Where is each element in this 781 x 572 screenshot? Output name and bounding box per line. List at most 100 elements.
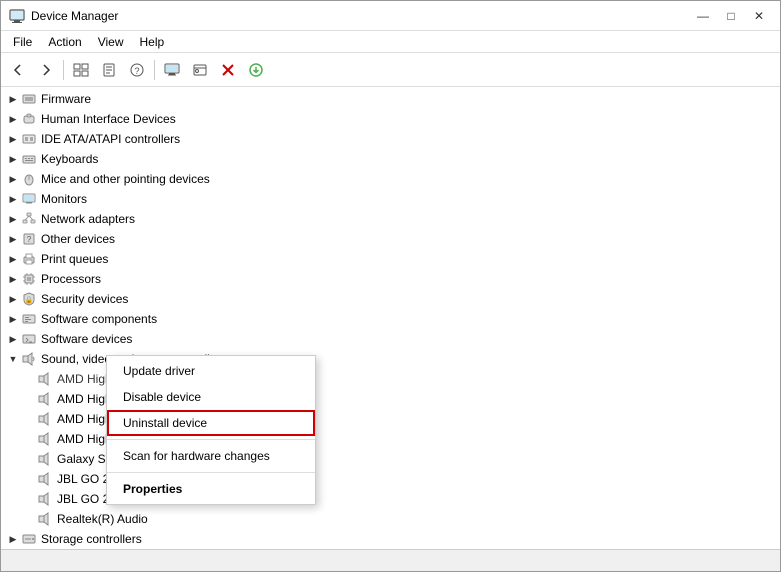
icon-firmware xyxy=(21,91,37,107)
toggle-softdev[interactable]: ▶ xyxy=(5,331,21,347)
monitor-button[interactable] xyxy=(159,57,185,83)
label-storage: Storage controllers xyxy=(41,532,142,546)
icon-amd2 xyxy=(37,391,53,407)
label-print: Print queues xyxy=(41,252,108,266)
tree-item-other[interactable]: ▶ ? Other devices xyxy=(1,229,780,249)
label-processors: Processors xyxy=(41,272,101,286)
back-button[interactable] xyxy=(5,57,31,83)
icon-galaxy xyxy=(37,451,53,467)
toggle-sound[interactable]: ▼ xyxy=(5,351,21,367)
svg-text:?: ? xyxy=(134,66,139,76)
icon-hid xyxy=(21,111,37,127)
maximize-button[interactable]: □ xyxy=(718,5,744,27)
label-monitors: Monitors xyxy=(41,192,87,206)
context-menu-sep2 xyxy=(107,472,315,473)
menu-bar: File Action View Help xyxy=(1,31,780,53)
label-security: Security devices xyxy=(41,292,128,306)
toolbar-separator-2 xyxy=(154,60,155,80)
toggle-amd1 xyxy=(21,371,37,387)
show-hide-button[interactable] xyxy=(68,57,94,83)
icon-storage xyxy=(21,531,37,547)
toggle-network[interactable]: ▶ xyxy=(5,211,21,227)
label-other: Other devices xyxy=(41,232,115,246)
toggle-processors[interactable]: ▶ xyxy=(5,271,21,287)
device-tree[interactable]: ▶ Firmware ▶ Human Interface Devices ▶ xyxy=(1,87,780,549)
icon-softcomp xyxy=(21,311,37,327)
tree-item-softdev[interactable]: ▶ Software devices xyxy=(1,329,780,349)
close-button[interactable]: ✕ xyxy=(746,5,772,27)
tree-item-softcomp[interactable]: ▶ Software components xyxy=(1,309,780,329)
device-manager-window: Device Manager — □ ✕ File Action View He… xyxy=(0,0,781,572)
label-softcomp: Software components xyxy=(41,312,157,326)
icon-processors xyxy=(21,271,37,287)
toggle-security[interactable]: ▶ xyxy=(5,291,21,307)
label-ide: IDE ATA/ATAPI controllers xyxy=(41,132,180,146)
icon-mice xyxy=(21,171,37,187)
icon-amd1 xyxy=(37,371,53,387)
menu-help[interactable]: Help xyxy=(132,33,173,51)
context-menu-sep xyxy=(107,439,315,440)
forward-button[interactable] xyxy=(33,57,59,83)
context-menu-properties[interactable]: Properties xyxy=(107,476,315,502)
label-realtek: Realtek(R) Audio xyxy=(57,512,148,526)
window-controls: — □ ✕ xyxy=(690,5,772,27)
toolbar-separator-1 xyxy=(63,60,64,80)
toggle-monitors[interactable]: ▶ xyxy=(5,191,21,207)
toggle-keyboards[interactable]: ▶ xyxy=(5,151,21,167)
status-bar xyxy=(1,549,780,571)
toggle-print[interactable]: ▶ xyxy=(5,251,21,267)
minimize-button[interactable]: — xyxy=(690,5,716,27)
label-softdev: Software devices xyxy=(41,332,132,346)
tree-item-security[interactable]: ▶ 🔒 Security devices xyxy=(1,289,780,309)
toggle-ide[interactable]: ▶ xyxy=(5,131,21,147)
tree-item-storage[interactable]: ▶ Storage controllers xyxy=(1,529,780,549)
window-title: Device Manager xyxy=(31,9,690,23)
scan-button[interactable] xyxy=(187,57,213,83)
toggle-firmware[interactable]: ▶ xyxy=(5,91,21,107)
svg-text:?: ? xyxy=(27,235,32,244)
icon-keyboards xyxy=(21,151,37,167)
context-menu-disable[interactable]: Disable device xyxy=(107,384,315,410)
context-menu-scan[interactable]: Scan for hardware changes xyxy=(107,443,315,469)
toggle-storage[interactable]: ▶ xyxy=(5,531,21,547)
remove-button[interactable] xyxy=(215,57,241,83)
icon-realtek xyxy=(37,511,53,527)
tree-item-keyboards[interactable]: ▶ Keyboards xyxy=(1,149,780,169)
svg-text:🔒: 🔒 xyxy=(25,296,34,304)
toggle-other[interactable]: ▶ xyxy=(5,231,21,247)
tree-item-realtek[interactable]: Realtek(R) Audio xyxy=(1,509,780,529)
tree-item-processors[interactable]: ▶ Processors xyxy=(1,269,780,289)
label-hid: Human Interface Devices xyxy=(41,112,176,126)
toggle-softcomp[interactable]: ▶ xyxy=(5,311,21,327)
icon-ide xyxy=(21,131,37,147)
menu-action[interactable]: Action xyxy=(40,33,89,51)
properties-button[interactable] xyxy=(96,57,122,83)
tree-item-monitors[interactable]: ▶ Monitors xyxy=(1,189,780,209)
context-menu: Update driver Disable device Uninstall d… xyxy=(106,355,316,505)
label-network: Network adapters xyxy=(41,212,135,226)
main-area: ▶ Firmware ▶ Human Interface Devices ▶ xyxy=(1,87,780,549)
download-button[interactable] xyxy=(243,57,269,83)
tree-item-ide[interactable]: ▶ IDE ATA/ATAPI controllers xyxy=(1,129,780,149)
icon-network xyxy=(21,211,37,227)
label-mice: Mice and other pointing devices xyxy=(41,172,210,186)
context-menu-uninstall[interactable]: Uninstall device xyxy=(107,410,315,436)
toggle-hid[interactable]: ▶ xyxy=(5,111,21,127)
icon-sound xyxy=(21,351,37,367)
icon-amd4 xyxy=(37,431,53,447)
icon-other: ? xyxy=(21,231,37,247)
icon-jbl1 xyxy=(37,471,53,487)
menu-file[interactable]: File xyxy=(5,33,40,51)
label-keyboards: Keyboards xyxy=(41,152,98,166)
tree-item-mice[interactable]: ▶ Mice and other pointing devices xyxy=(1,169,780,189)
icon-monitors xyxy=(21,191,37,207)
toggle-mice[interactable]: ▶ xyxy=(5,171,21,187)
tree-item-hid[interactable]: ▶ Human Interface Devices xyxy=(1,109,780,129)
tree-item-print[interactable]: ▶ Print queues xyxy=(1,249,780,269)
icon-print xyxy=(21,251,37,267)
tree-item-firmware[interactable]: ▶ Firmware xyxy=(1,89,780,109)
tree-item-network[interactable]: ▶ Network adapters xyxy=(1,209,780,229)
context-menu-update-driver[interactable]: Update driver xyxy=(107,358,315,384)
help-button[interactable]: ? xyxy=(124,57,150,83)
menu-view[interactable]: View xyxy=(90,33,132,51)
